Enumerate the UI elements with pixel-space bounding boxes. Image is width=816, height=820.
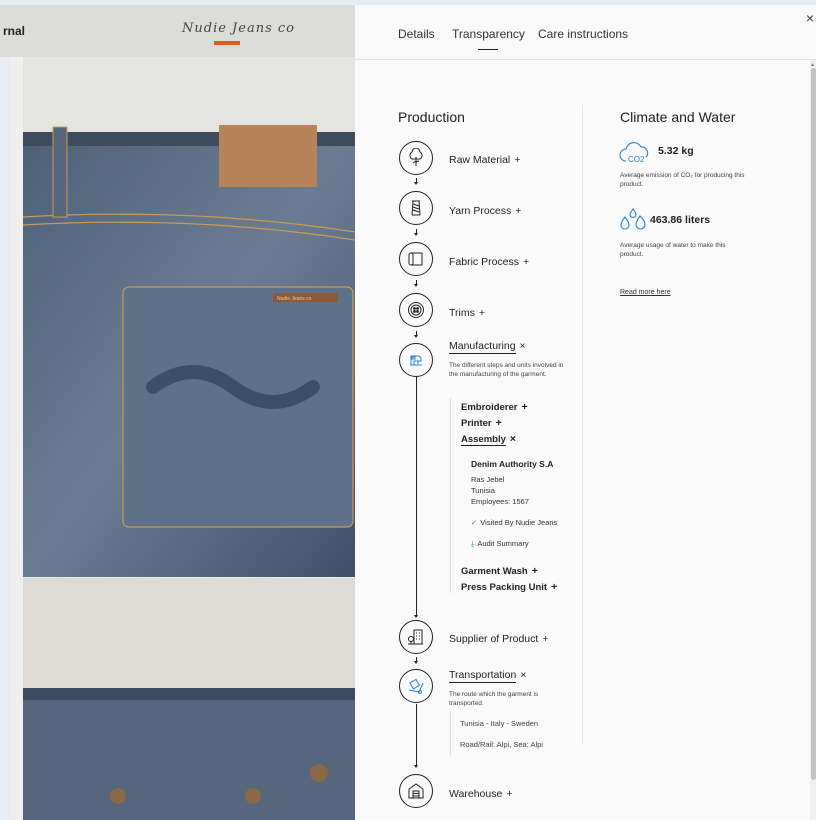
unit-garment-wash[interactable]: Garment Wash + <box>461 565 538 577</box>
read-more-link[interactable]: Read more here <box>620 289 671 296</box>
step-manufacturing[interactable]: Manufacturing × <box>449 340 526 354</box>
timeline-line <box>416 704 417 765</box>
product-info-modal: Details Transparency Care instructions ×… <box>355 5 816 820</box>
column-divider <box>582 105 583 745</box>
supplier-employees: Employees: 1567 <box>471 497 529 506</box>
step-label-text: Supplier of Product <box>449 633 539 645</box>
arrow-down-icon <box>414 761 418 768</box>
unit-label-text: Press Packing Unit <box>461 582 548 593</box>
fabric-roll-icon[interactable] <box>399 242 433 276</box>
collapse-icon[interactable]: × <box>520 669 526 681</box>
scrollbar-thumb[interactable] <box>811 68 816 780</box>
co2-description: Average emission of CO₂ for producing th… <box>620 172 745 188</box>
step-transportation[interactable]: Transportation × <box>449 669 526 683</box>
transport-route: Tunisia - Italy - Sweden <box>460 719 539 728</box>
transport-mode: Road/Rail: Alpi, Sea: Alpi <box>460 740 543 749</box>
step-yarn-process[interactable]: Yarn Process + <box>449 205 521 217</box>
supplier-name: Denim Authority S.A <box>471 459 554 469</box>
co2-symbol: CO2 <box>628 155 645 164</box>
audit-summary-link[interactable]: ⤓ Audit Summary <box>471 539 529 549</box>
production-heading: Production <box>398 109 465 125</box>
step-label-text: Raw Material <box>449 154 511 166</box>
building-icon[interactable] <box>399 620 433 654</box>
step-fabric-process[interactable]: Fabric Process + <box>449 256 529 268</box>
page-gutter <box>10 57 23 820</box>
unit-label-text: Assembly <box>461 434 506 446</box>
expand-icon[interactable]: + <box>479 307 485 319</box>
timeline-line <box>416 377 417 617</box>
step-raw-material[interactable]: Raw Material + <box>449 154 520 166</box>
download-icon: ⤓ <box>471 539 475 548</box>
product-photo-back-pocket: Nudie Jeans co <box>23 57 355 577</box>
unit-label-text: Embroiderer <box>461 402 518 413</box>
unit-assembly[interactable]: Assembly × <box>461 433 516 446</box>
brand-logo[interactable]: Nudie Jeans co <box>182 21 295 36</box>
units-divider-line <box>450 398 451 593</box>
expand-icon[interactable]: + <box>496 417 502 429</box>
expand-icon[interactable]: + <box>532 565 538 577</box>
tab-care-instructions[interactable]: Care instructions <box>538 27 628 41</box>
supplier-city: Ras Jebel <box>471 475 505 484</box>
expand-icon[interactable]: + <box>523 256 529 268</box>
hand-truck-icon[interactable] <box>399 669 433 703</box>
visited-badge: ✓ Visited By Nudie Jeans <box>471 518 557 527</box>
product-photo-secondary <box>23 578 355 820</box>
pocket-patch-text: Nudie Jeans co <box>277 296 312 302</box>
tab-transparency[interactable]: Transparency <box>452 27 525 41</box>
water-description: Average usage of water to make this prod… <box>620 242 726 258</box>
step-supplier-of-product[interactable]: Supplier of Product + <box>449 633 548 645</box>
step-label-text: Transportation <box>449 669 517 683</box>
step-label-text: Yarn Process <box>449 205 512 217</box>
arrow-down-icon <box>414 657 418 664</box>
unit-embroiderer[interactable]: Embroiderer + <box>461 401 528 413</box>
arrow-down-icon <box>414 229 418 236</box>
arrow-down-icon <box>414 331 418 338</box>
sewing-machine-icon[interactable] <box>399 343 433 377</box>
logo-underline <box>214 41 240 45</box>
expand-icon[interactable]: + <box>514 154 520 166</box>
tab-bar: Details Transparency Care instructions <box>355 5 816 60</box>
expand-icon[interactable]: + <box>515 205 521 217</box>
transportation-description: The route which the garment is transport… <box>449 691 539 707</box>
co2-value: 5.32 kg <box>658 145 694 157</box>
unit-label-text: Garment Wash <box>461 566 528 577</box>
supplier-country: Tunisia <box>471 486 495 495</box>
step-label-text: Warehouse <box>449 788 503 800</box>
step-trims[interactable]: Trims + <box>449 307 485 319</box>
climate-heading: Climate and Water <box>620 109 736 125</box>
tree-icon[interactable] <box>399 141 433 175</box>
unit-printer[interactable]: Printer + <box>461 417 502 429</box>
route-divider-line <box>450 712 451 756</box>
expand-icon[interactable]: + <box>542 633 548 645</box>
unit-press-packing[interactable]: Press Packing Unit + <box>461 581 557 593</box>
water-value: 463.86 liters <box>650 214 711 226</box>
collapse-icon[interactable]: × <box>510 433 516 445</box>
checkmark-icon: ✓ <box>471 518 478 527</box>
step-label-text: Manufacturing <box>449 340 516 354</box>
button-icon[interactable] <box>399 293 433 327</box>
step-label-text: Fabric Process <box>449 256 520 268</box>
visited-text: Visited By Nudie Jeans <box>480 518 558 527</box>
arrow-down-icon <box>414 611 418 618</box>
unit-label-text: Printer <box>461 418 492 429</box>
step-label-text: Trims <box>449 307 475 319</box>
site-nav-item[interactable]: rnal <box>3 24 25 38</box>
water-drops-icon <box>618 205 648 233</box>
manufacturing-description: The different steps and units involved i… <box>449 362 564 378</box>
co2-cloud-icon: CO2 <box>618 139 652 167</box>
spool-icon[interactable] <box>399 191 433 225</box>
expand-icon[interactable]: + <box>522 401 528 413</box>
expand-icon[interactable]: + <box>506 788 512 800</box>
arrow-down-icon <box>414 178 418 185</box>
tab-details[interactable]: Details <box>398 27 435 41</box>
expand-icon[interactable]: + <box>551 581 557 593</box>
arrow-down-icon <box>414 280 418 287</box>
warehouse-icon[interactable] <box>399 774 433 808</box>
collapse-icon[interactable]: × <box>520 340 526 352</box>
audit-summary-text: Audit Summary <box>477 539 529 548</box>
close-button[interactable]: × <box>806 10 814 26</box>
step-warehouse[interactable]: Warehouse + <box>449 788 512 800</box>
site-header <box>0 5 355 57</box>
